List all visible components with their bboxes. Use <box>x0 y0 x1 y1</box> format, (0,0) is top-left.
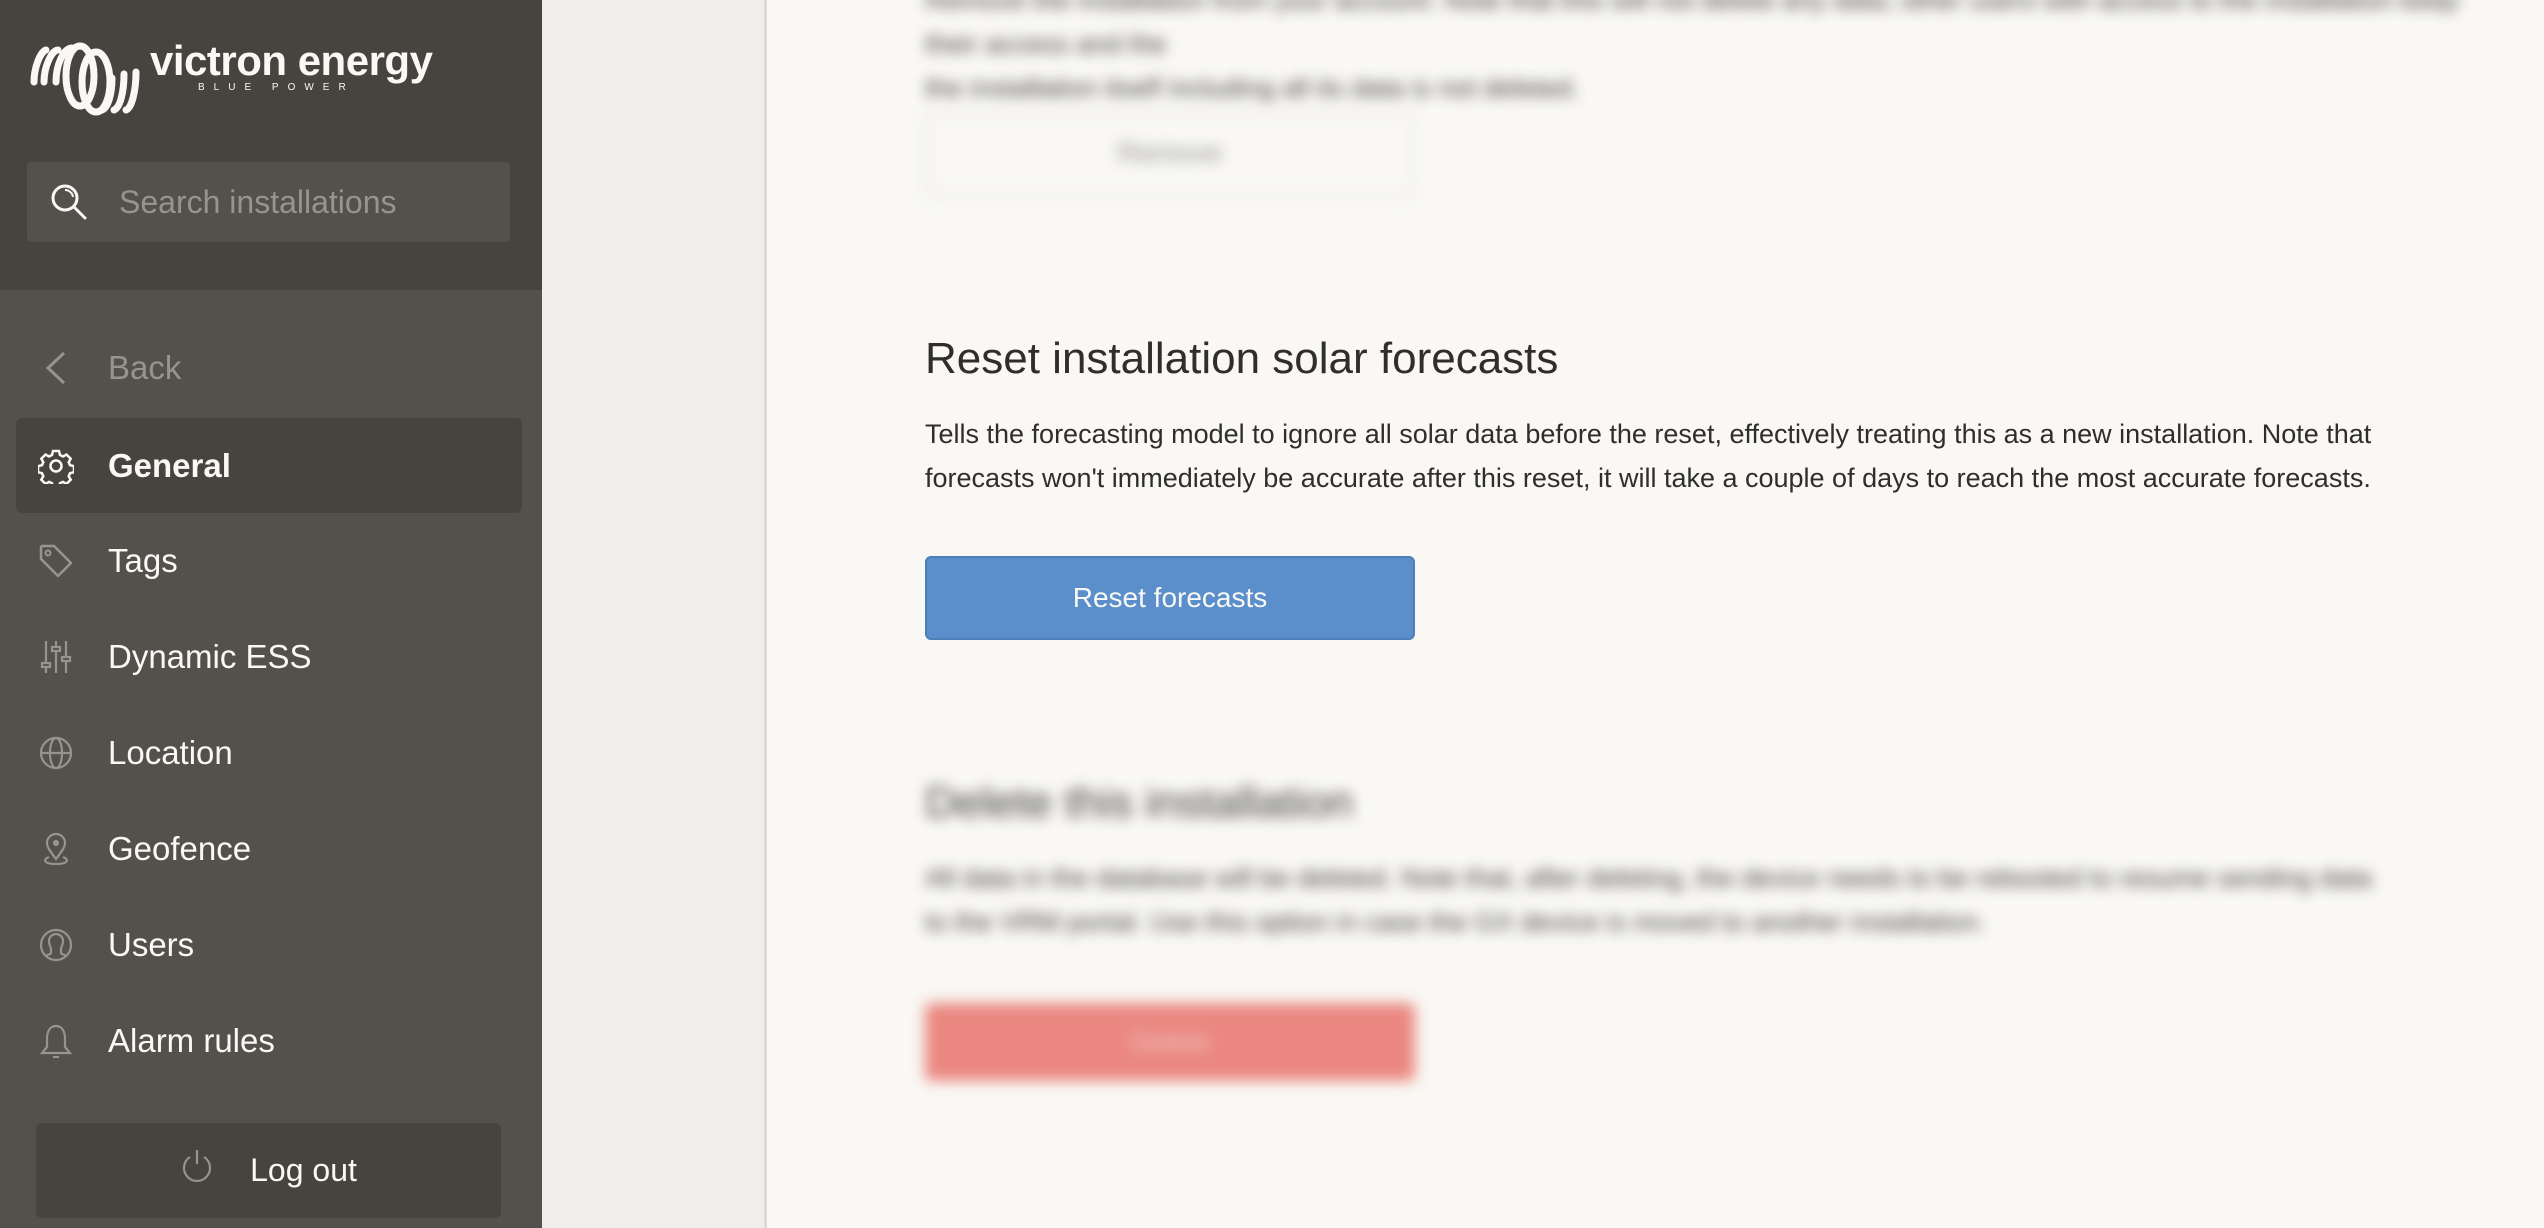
sidebar-item-label: Users <box>108 925 195 963</box>
reset-forecasts-description-line2: forecasts won't immediately be accurate … <box>925 463 2371 493</box>
logout-label: Log out <box>250 1152 357 1188</box>
chevron-left-icon <box>38 350 74 386</box>
sidebar-item-location[interactable]: Location <box>16 705 522 800</box>
sidebar-item-general[interactable]: General <box>16 418 522 513</box>
victron-logo-icon <box>30 42 140 116</box>
delete-installation-section: Delete this installation All data in the… <box>925 778 2485 944</box>
reset-forecasts-section: Reset installation solar forecasts Tells… <box>925 334 2485 500</box>
sidebar-item-label: Location <box>108 733 233 771</box>
tag-icon <box>38 543 74 579</box>
search-box[interactable] <box>27 162 510 242</box>
reset-forecasts-title: Reset installation solar forecasts <box>925 334 1559 383</box>
main-content: Remove the installation from your accoun… <box>767 0 2544 1228</box>
reset-forecasts-description-line1: Tells the forecasting model to ignore al… <box>925 419 2372 449</box>
globe-icon <box>38 735 74 771</box>
sidebar-item-tags[interactable]: Tags <box>16 513 522 608</box>
sidebar-item-geofence[interactable]: Geofence <box>16 801 522 896</box>
sidebar-item-label: General <box>108 446 231 484</box>
sidebar-item-label: Dynamic ESS <box>108 637 312 675</box>
map-pin-icon <box>38 831 74 867</box>
sidebar-item-label: Tags <box>108 541 178 579</box>
user-icon <box>38 927 74 963</box>
secondary-column <box>542 0 767 1228</box>
delete-button-label: Delete <box>1129 1026 1211 1057</box>
sidebar: victron energy BLUE POWER Back <box>0 0 542 1228</box>
search-input[interactable] <box>117 182 501 222</box>
power-icon <box>183 1149 212 1182</box>
gear-icon <box>38 448 74 484</box>
bell-icon <box>38 1023 74 1059</box>
sidebar-item-dynamic-ess[interactable]: Dynamic ESS <box>16 609 522 704</box>
delete-installation-title: Delete this installation <box>925 778 1354 827</box>
reset-forecasts-button[interactable]: Reset forecasts <box>925 556 1415 640</box>
remove-section: Remove the installation from your accoun… <box>925 0 2485 110</box>
logout-button[interactable]: Log out <box>36 1123 501 1218</box>
remove-button[interactable]: Remove <box>925 110 1415 196</box>
remove-description-line1: Remove the installation from your accoun… <box>925 0 2459 59</box>
sidebar-item-label: Alarm rules <box>108 1021 275 1059</box>
sidebar-header: victron energy BLUE POWER <box>0 0 542 290</box>
back-label: Back <box>108 348 182 386</box>
sidebar-item-users[interactable]: Users <box>16 897 522 992</box>
delete-description-line2: to the VRM portal. Use this option in ca… <box>925 907 1987 937</box>
search-icon <box>51 184 87 220</box>
back-link[interactable]: Back <box>16 320 522 415</box>
brand-logo[interactable]: victron energy BLUE POWER <box>28 37 433 118</box>
sidebar-item-alarm-rules[interactable]: Alarm rules <box>16 993 522 1088</box>
remove-description-line2: the installation itself including all it… <box>925 73 1580 103</box>
remove-button-label: Remove <box>1117 137 1223 168</box>
sliders-icon <box>38 639 74 675</box>
sidebar-item-label: Geofence <box>108 829 252 867</box>
brand-name: victron energy <box>150 37 433 84</box>
reset-forecasts-button-label: Reset forecasts <box>1072 582 1268 613</box>
delete-installation-button[interactable]: Delete <box>925 1003 1415 1081</box>
delete-description-line1: All data in the database will be deleted… <box>925 863 2372 893</box>
